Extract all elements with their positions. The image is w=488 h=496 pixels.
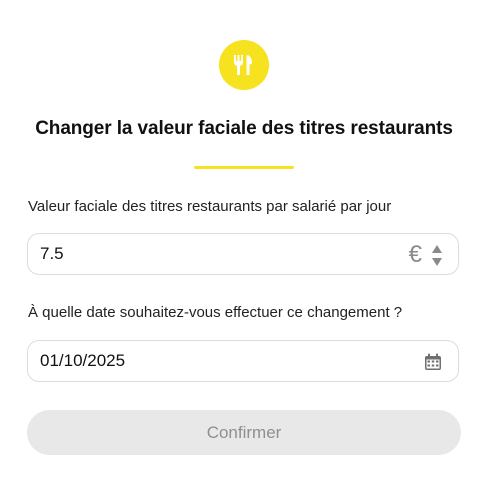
date-field-label: À quelle date souhaitez-vous effectuer c… xyxy=(28,304,403,321)
change-meal-voucher-dialog: Changer la valeur faciale des titres res… xyxy=(0,0,488,496)
fork-knife-icon-badge xyxy=(219,40,269,90)
confirm-button[interactable]: Confirmer xyxy=(27,410,461,455)
number-spinner[interactable] xyxy=(430,243,444,267)
change-date-input[interactable]: 01/10/2025 xyxy=(27,340,459,382)
fork-knife-icon xyxy=(234,55,252,75)
dialog-title: Changer la valeur faciale des titres res… xyxy=(35,118,453,139)
face-value-text[interactable]: 7.5 xyxy=(40,234,64,274)
euro-icon: € xyxy=(408,241,422,268)
increment-arrow-icon[interactable] xyxy=(430,243,444,254)
amount-field-label: Valeur faciale des titres restaurants pa… xyxy=(28,198,392,215)
face-value-input[interactable]: 7.5 € xyxy=(27,233,459,275)
change-date-text[interactable]: 01/10/2025 xyxy=(40,341,125,381)
decrement-arrow-icon[interactable] xyxy=(430,256,444,267)
calendar-icon[interactable] xyxy=(424,353,442,371)
title-underline xyxy=(194,166,294,169)
